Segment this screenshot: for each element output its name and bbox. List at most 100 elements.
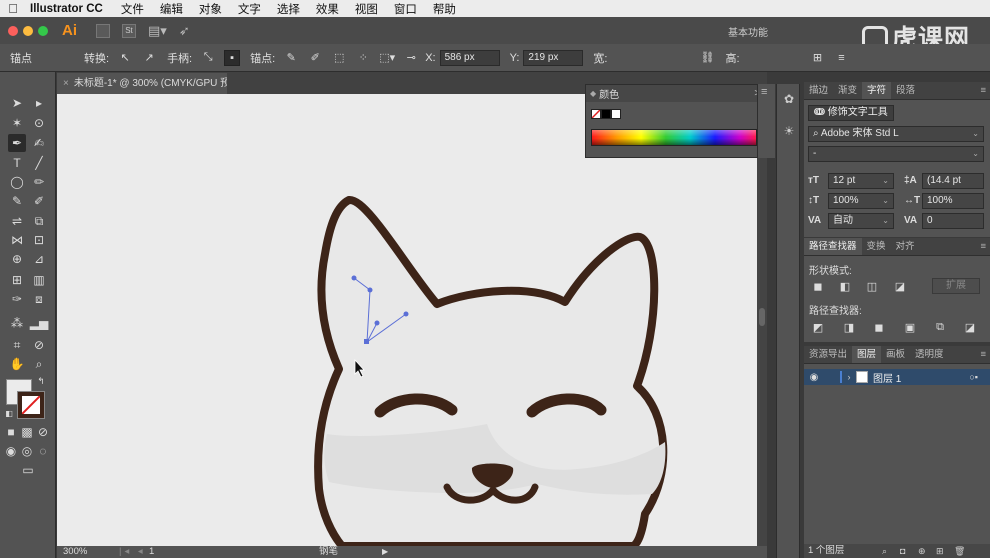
tab-asset-export[interactable]: 资源导出 xyxy=(804,346,852,363)
color-panel-menu-icon[interactable]: ≡ xyxy=(761,86,767,98)
color-panel-title[interactable]: 颜色 xyxy=(599,86,619,101)
chevron-down-icon[interactable]: ⌄ xyxy=(882,174,889,188)
black-swatch[interactable] xyxy=(601,109,611,119)
chevron-down-icon[interactable]: ⌄ xyxy=(882,214,889,228)
vertical-scale-field[interactable]: 100% ⌄ xyxy=(828,193,894,209)
tab-layers[interactable]: 图层 xyxy=(852,346,882,363)
minus-front-icon[interactable]: ◧ xyxy=(837,278,853,294)
stroke-swatch[interactable] xyxy=(17,391,45,419)
document-tab[interactable]: × 未标题-1* @ 300% (CMYK/GPU 预览) xyxy=(57,73,227,94)
lasso-tool-icon[interactable]: ⊙ xyxy=(30,114,48,132)
leading-field[interactable]: (14.4 pt xyxy=(922,173,984,189)
none-swatch[interactable] xyxy=(591,109,601,119)
control-bar-menu-icon[interactable]: ≡ xyxy=(834,50,850,66)
menu-window[interactable]: 窗口 xyxy=(386,1,425,17)
paintbrush-tool-icon[interactable]: ✏ xyxy=(30,173,48,191)
menu-type[interactable]: 文字 xyxy=(230,1,269,17)
zoom-tool-icon[interactable]: ⌕ xyxy=(30,355,48,373)
kerning-field[interactable]: 自动 ⌄ xyxy=(828,213,894,229)
layer-name[interactable]: 图层 1 xyxy=(873,370,901,385)
character-panel-menu-icon[interactable]: ≡ xyxy=(980,82,990,99)
apple-icon[interactable]:  xyxy=(0,1,26,16)
convert-to-smooth-icon[interactable]: ↗ xyxy=(141,50,157,66)
y-coordinate-field[interactable]: 219 px xyxy=(523,49,584,66)
merge-icon[interactable]: ◼ xyxy=(871,319,887,335)
eye-icon[interactable]: ◉ xyxy=(804,372,824,383)
ellipse-tool-icon[interactable]: ◯ xyxy=(8,173,26,191)
color-spectrum-bar[interactable] xyxy=(591,129,757,146)
locate-object-icon[interactable]: ⌕ xyxy=(882,544,887,558)
create-sublayer-icon[interactable]: ⊕ xyxy=(918,544,926,558)
draw-normal-icon[interactable]: ◉ xyxy=(4,444,18,458)
trim-icon[interactable]: ◨ xyxy=(841,319,857,335)
font-size-field[interactable]: 12 pt ⌄ xyxy=(828,173,894,189)
align-anchor-icon[interactable]: ⬚▾ xyxy=(379,50,395,66)
menu-edit[interactable]: 编辑 xyxy=(152,1,191,17)
status-menu-arrow[interactable]: ▶ xyxy=(382,546,388,558)
draw-inside-icon[interactable]: ◌ xyxy=(36,444,50,458)
pencil-tool-icon[interactable]: ✐ xyxy=(30,192,48,210)
curvature-tool-icon[interactable]: ✍ xyxy=(30,134,48,152)
gpu-performance-icon[interactable]: ➶ xyxy=(179,23,190,39)
symbol-sprayer-tool-icon[interactable]: ⁂ xyxy=(8,314,26,332)
layer-row[interactable]: ◉ › 图层 1 ○▪ xyxy=(804,369,990,385)
menu-object[interactable]: 对象 xyxy=(191,1,230,17)
chevron-down-icon[interactable]: ⌄ xyxy=(882,194,889,208)
shape-builder-tool-icon[interactable]: ⊕ xyxy=(8,250,26,268)
vertical-scrollbar[interactable] xyxy=(757,94,767,546)
exclude-icon[interactable]: ◪ xyxy=(892,278,908,294)
white-swatch[interactable] xyxy=(611,109,621,119)
tab-stroke[interactable]: 描边 xyxy=(804,82,833,99)
column-graph-tool-icon[interactable]: ▂▅ xyxy=(30,314,48,332)
screen-mode-icon[interactable]: ▭ xyxy=(18,462,38,478)
tracking-field[interactable]: 0 xyxy=(922,213,984,229)
none-mode-icon[interactable]: ⊘ xyxy=(36,425,50,439)
scrollbar-thumb[interactable] xyxy=(759,308,765,326)
swap-fill-stroke-icon[interactable]: ↰ xyxy=(36,376,46,386)
artboard-tool-icon[interactable]: ⌗ xyxy=(8,336,26,354)
divide-icon[interactable]: ◩ xyxy=(810,319,826,335)
x-coordinate-field[interactable]: 586 px xyxy=(439,49,500,66)
reference-point-icon[interactable]: ⊸ xyxy=(403,50,419,66)
draw-behind-icon[interactable]: ◎ xyxy=(20,444,34,458)
font-family-field[interactable]: ⌕ Adobe 宋体 Std L ⌄ xyxy=(808,126,984,142)
pathfinder-panel-menu-icon[interactable]: ≡ xyxy=(980,238,990,255)
app-name-menu[interactable]: Illustrator CC xyxy=(26,3,113,15)
close-window-button[interactable] xyxy=(8,25,18,36)
blend-tool-icon[interactable]: ⧈ xyxy=(30,290,48,308)
default-colors-icon[interactable]: ◧ xyxy=(4,408,14,418)
gradient-mode-icon[interactable]: ▩ xyxy=(20,425,34,439)
swatch-libraries-icon[interactable]: ✿ xyxy=(780,90,798,108)
artboard-number[interactable]: 1 xyxy=(149,546,154,558)
tab-artboards[interactable]: 画板 xyxy=(881,346,910,363)
zoom-window-button[interactable] xyxy=(38,25,48,36)
hide-handles-icon[interactable]: ▪ xyxy=(224,49,241,66)
delete-layer-icon[interactable]: 🗑 xyxy=(954,544,965,558)
cut-path-icon[interactable]: ⬚ xyxy=(331,50,347,66)
create-layer-icon[interactable]: ⊞ xyxy=(936,544,944,558)
hand-tool-icon[interactable]: ✋ xyxy=(8,355,26,373)
tab-gradient[interactable]: 渐变 xyxy=(833,82,862,99)
rotate-tool-icon[interactable]: ⇌ xyxy=(8,212,26,230)
chevron-down-icon[interactable]: ⌄ xyxy=(972,147,979,161)
connect-anchor-icon[interactable]: ✐ xyxy=(307,50,323,66)
width-tool-icon[interactable]: ⋈ xyxy=(8,231,26,249)
bridge-button[interactable] xyxy=(96,23,110,38)
menu-select[interactable]: 选择 xyxy=(269,1,308,17)
type-tool-icon[interactable]: T xyxy=(8,154,26,172)
outline-icon[interactable]: ⧉ xyxy=(932,319,948,335)
transform-icon[interactable]: ⊞ xyxy=(810,50,826,66)
line-tool-icon[interactable]: ╱ xyxy=(30,154,48,172)
unite-icon[interactable]: ◼ xyxy=(810,278,826,294)
slice-tool-icon[interactable]: ⊘ xyxy=(30,336,48,354)
magic-wand-tool-icon[interactable]: ✶ xyxy=(8,114,26,132)
minus-back-icon[interactable]: ◪ xyxy=(962,319,978,335)
chevron-down-icon[interactable]: ⌄ xyxy=(972,127,979,141)
layers-panel-menu-icon[interactable]: ≡ xyxy=(980,346,990,363)
artboard-nav-prev[interactable]: |◂ ◂ xyxy=(119,546,146,558)
workspace-switcher[interactable]: 基本功能 xyxy=(728,24,768,39)
panel-collapse-icon[interactable]: ◆ xyxy=(590,89,596,98)
show-handles-icon[interactable]: ⤡ xyxy=(200,50,216,66)
eyedropper-tool-icon[interactable]: ✑ xyxy=(8,290,26,308)
tab-pathfinder[interactable]: 路径查找器 xyxy=(804,238,862,255)
